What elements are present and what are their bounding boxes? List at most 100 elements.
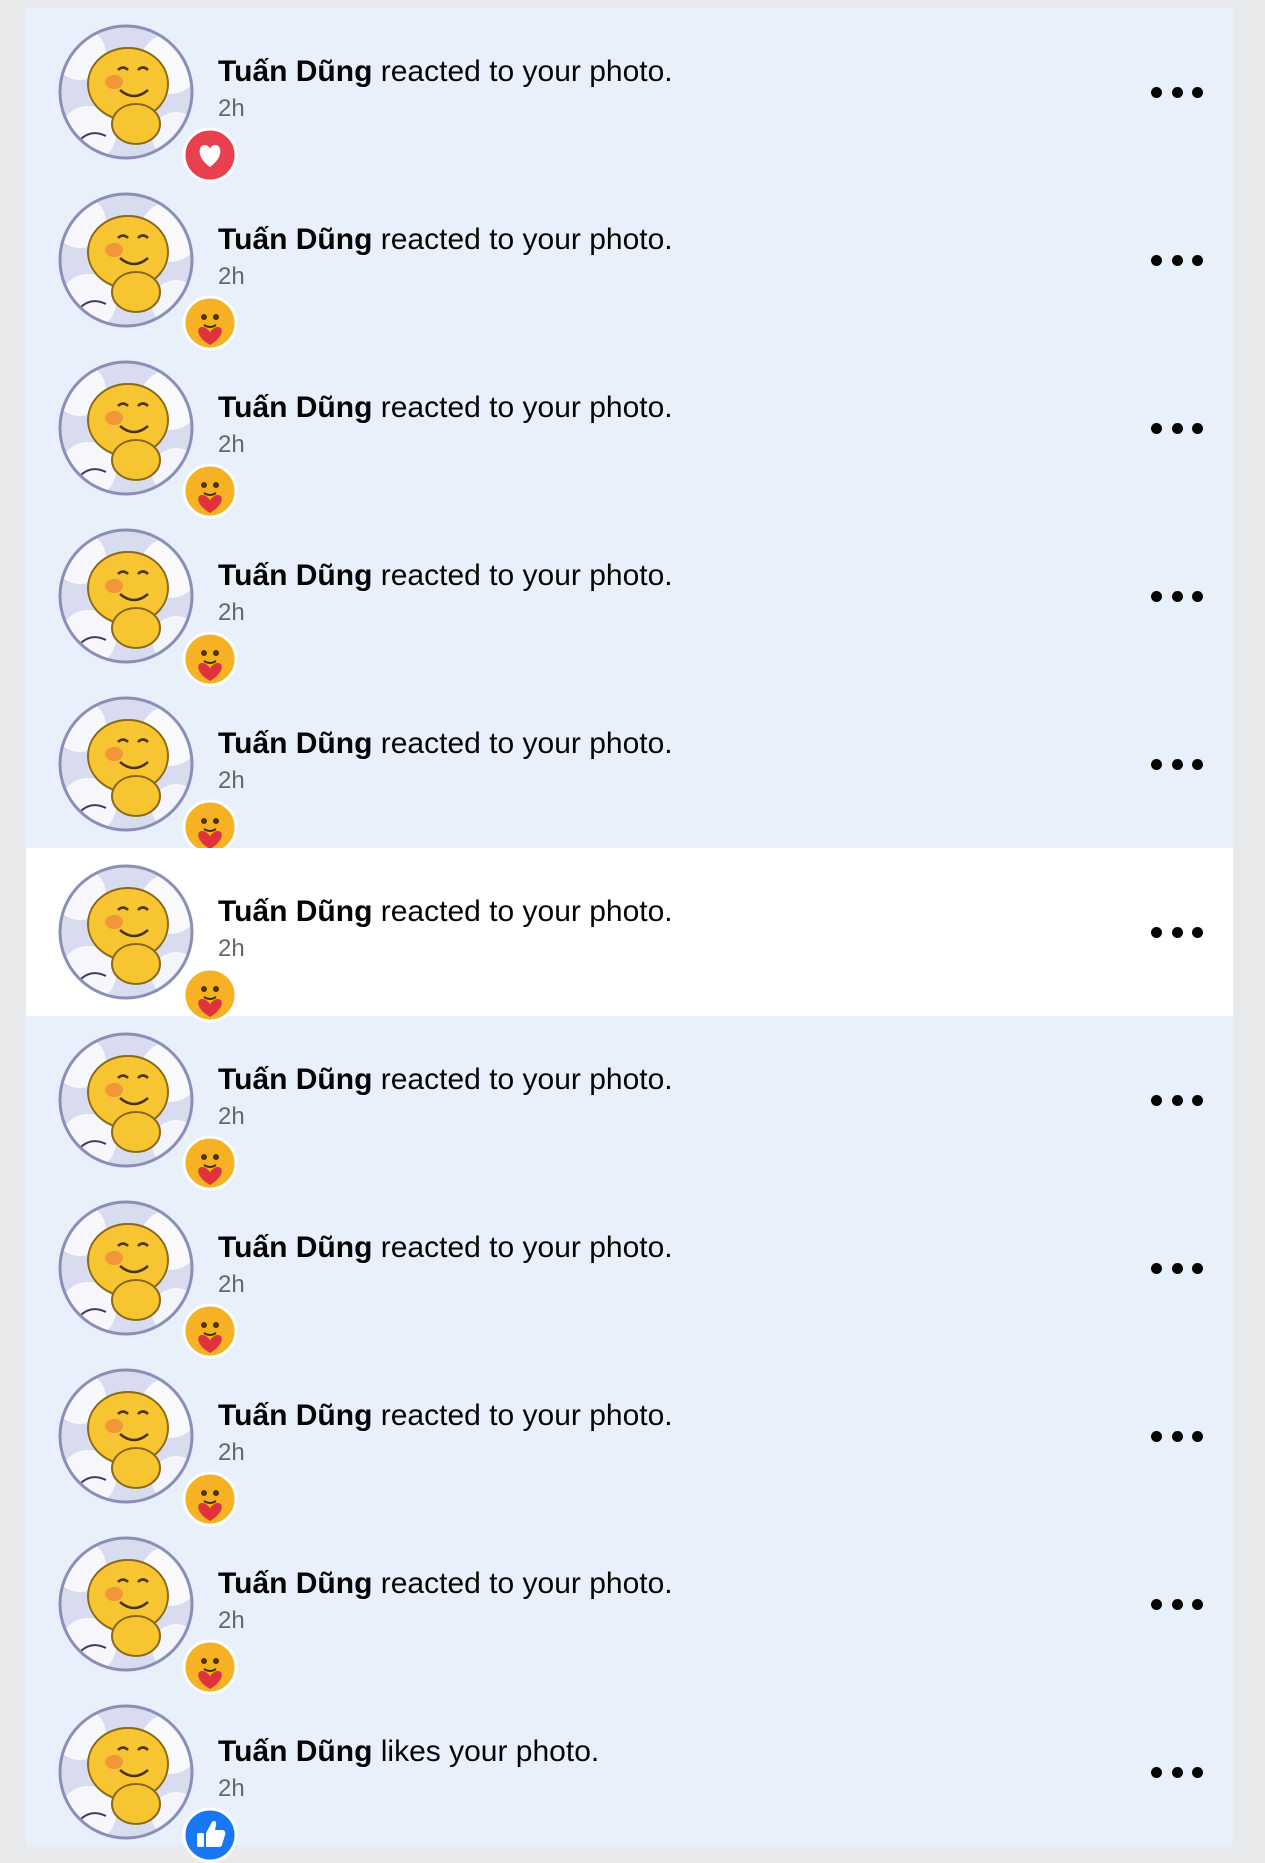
notification-time: 2h bbox=[218, 1607, 245, 1634]
notification-text: Tuấn Dũng reacted to your photo. bbox=[218, 726, 1113, 762]
notification-action: reacted to your photo. bbox=[372, 895, 673, 928]
more-dots-icon bbox=[1151, 254, 1162, 266]
more-dots-icon bbox=[1151, 590, 1162, 602]
more-dots-icon bbox=[1151, 422, 1162, 434]
notification-item[interactable]: Tuấn Dũng reacted to your photo. 2h bbox=[26, 8, 1233, 183]
more-dots-icon bbox=[1151, 1262, 1162, 1274]
notification-time: 2h bbox=[218, 767, 245, 794]
notification-text: Tuấn Dũng reacted to your photo. bbox=[218, 558, 1113, 594]
avatar-image bbox=[58, 1200, 194, 1336]
more-options-button[interactable] bbox=[1151, 242, 1203, 278]
more-dots-icon bbox=[1151, 1598, 1162, 1610]
notification-text: Tuấn Dũng reacted to your photo. bbox=[218, 1566, 1113, 1602]
notification-text: Tuấn Dũng reacted to your photo. bbox=[218, 894, 1113, 930]
notification-item[interactable]: Tuấn Dũng likes your photo. 2h bbox=[26, 1688, 1233, 1863]
notification-time: 2h bbox=[218, 935, 245, 962]
notification-item[interactable]: Tuấn Dũng reacted to your photo. 2h bbox=[26, 176, 1233, 351]
actor-name: Tuấn Dũng bbox=[218, 1567, 373, 1600]
more-options-button[interactable] bbox=[1151, 1082, 1203, 1118]
notification-item[interactable]: Tuấn Dũng reacted to your photo. 2h bbox=[26, 680, 1233, 855]
care-reaction-icon bbox=[182, 967, 238, 1023]
notification-time: 2h bbox=[218, 431, 245, 458]
actor-name: Tuấn Dũng bbox=[218, 1735, 373, 1768]
notification-text: Tuấn Dũng likes your photo. bbox=[218, 1734, 1113, 1770]
avatar[interactable] bbox=[58, 528, 238, 687]
actor-name: Tuấn Dũng bbox=[218, 223, 373, 256]
care-reaction-icon bbox=[182, 1639, 238, 1695]
avatar-image bbox=[58, 1368, 194, 1504]
avatar[interactable] bbox=[58, 1200, 238, 1359]
actor-name: Tuấn Dũng bbox=[218, 1399, 373, 1432]
notification-time: 2h bbox=[218, 263, 245, 290]
reaction-badge bbox=[182, 127, 238, 183]
notification-action: reacted to your photo. bbox=[372, 391, 673, 424]
care-reaction-icon bbox=[182, 799, 238, 855]
avatar-image bbox=[58, 192, 194, 328]
avatar[interactable] bbox=[58, 864, 238, 1023]
avatar[interactable] bbox=[58, 192, 238, 351]
more-options-button[interactable] bbox=[1151, 410, 1203, 446]
care-reaction-icon bbox=[182, 631, 238, 687]
thumbs-up-reaction-icon bbox=[182, 1807, 238, 1863]
notification-item[interactable]: Tuấn Dũng reacted to your photo. 2h bbox=[26, 512, 1233, 687]
notification-item[interactable]: Tuấn Dũng reacted to your photo. 2h bbox=[26, 1352, 1233, 1527]
more-options-button[interactable] bbox=[1151, 1586, 1203, 1622]
avatar[interactable] bbox=[58, 360, 238, 519]
avatar-image bbox=[58, 528, 194, 664]
notification-action: reacted to your photo. bbox=[372, 1063, 673, 1096]
notification-action: reacted to your photo. bbox=[372, 559, 673, 592]
avatar[interactable] bbox=[58, 24, 238, 183]
more-dots-icon bbox=[1151, 758, 1162, 770]
avatar[interactable] bbox=[58, 1704, 238, 1863]
reaction-badge bbox=[182, 1135, 238, 1191]
actor-name: Tuấn Dũng bbox=[218, 55, 373, 88]
notification-time: 2h bbox=[218, 1775, 245, 1802]
actor-name: Tuấn Dũng bbox=[218, 1063, 373, 1096]
avatar[interactable] bbox=[58, 1032, 238, 1191]
avatar[interactable] bbox=[58, 696, 238, 855]
reaction-badge bbox=[182, 799, 238, 855]
notification-action: reacted to your photo. bbox=[372, 1567, 673, 1600]
notification-time: 2h bbox=[218, 1103, 245, 1130]
notification-text: Tuấn Dũng reacted to your photo. bbox=[218, 54, 1113, 90]
notification-time: 2h bbox=[218, 95, 245, 122]
reaction-badge bbox=[182, 967, 238, 1023]
notification-text: Tuấn Dũng reacted to your photo. bbox=[218, 1230, 1113, 1266]
more-options-button[interactable] bbox=[1151, 74, 1203, 110]
care-reaction-icon bbox=[182, 295, 238, 351]
notification-item[interactable]: Tuấn Dũng reacted to your photo. 2h bbox=[26, 848, 1233, 1023]
avatar[interactable] bbox=[58, 1536, 238, 1695]
reaction-badge bbox=[182, 1471, 238, 1527]
avatar-image bbox=[58, 360, 194, 496]
more-options-button[interactable] bbox=[1151, 914, 1203, 950]
more-options-button[interactable] bbox=[1151, 1754, 1203, 1790]
actor-name: Tuấn Dũng bbox=[218, 559, 373, 592]
more-dots-icon bbox=[1151, 1430, 1162, 1442]
notification-item[interactable]: Tuấn Dũng reacted to your photo. 2h bbox=[26, 1184, 1233, 1359]
more-dots-icon bbox=[1151, 86, 1162, 98]
more-options-button[interactable] bbox=[1151, 578, 1203, 614]
avatar-image bbox=[58, 696, 194, 832]
more-options-button[interactable] bbox=[1151, 746, 1203, 782]
notification-text: Tuấn Dũng reacted to your photo. bbox=[218, 222, 1113, 258]
actor-name: Tuấn Dũng bbox=[218, 895, 373, 928]
actor-name: Tuấn Dũng bbox=[218, 391, 373, 424]
reaction-badge bbox=[182, 1639, 238, 1695]
reaction-badge bbox=[182, 295, 238, 351]
avatar-image bbox=[58, 24, 194, 160]
notification-action: reacted to your photo. bbox=[372, 1231, 673, 1264]
notification-text: Tuấn Dũng reacted to your photo. bbox=[218, 390, 1113, 426]
more-dots-icon bbox=[1151, 1766, 1162, 1778]
notification-item[interactable]: Tuấn Dũng reacted to your photo. 2h bbox=[26, 344, 1233, 519]
reaction-badge bbox=[182, 463, 238, 519]
more-options-button[interactable] bbox=[1151, 1418, 1203, 1454]
care-reaction-icon bbox=[182, 1303, 238, 1359]
avatar-image bbox=[58, 1032, 194, 1168]
notification-item[interactable]: Tuấn Dũng reacted to your photo. 2h bbox=[26, 1016, 1233, 1191]
more-options-button[interactable] bbox=[1151, 1250, 1203, 1286]
notification-item[interactable]: Tuấn Dũng reacted to your photo. 2h bbox=[26, 1520, 1233, 1695]
avatar-image bbox=[58, 864, 194, 1000]
avatar[interactable] bbox=[58, 1368, 238, 1527]
more-dots-icon bbox=[1151, 1094, 1162, 1106]
notification-action: reacted to your photo. bbox=[372, 1399, 673, 1432]
